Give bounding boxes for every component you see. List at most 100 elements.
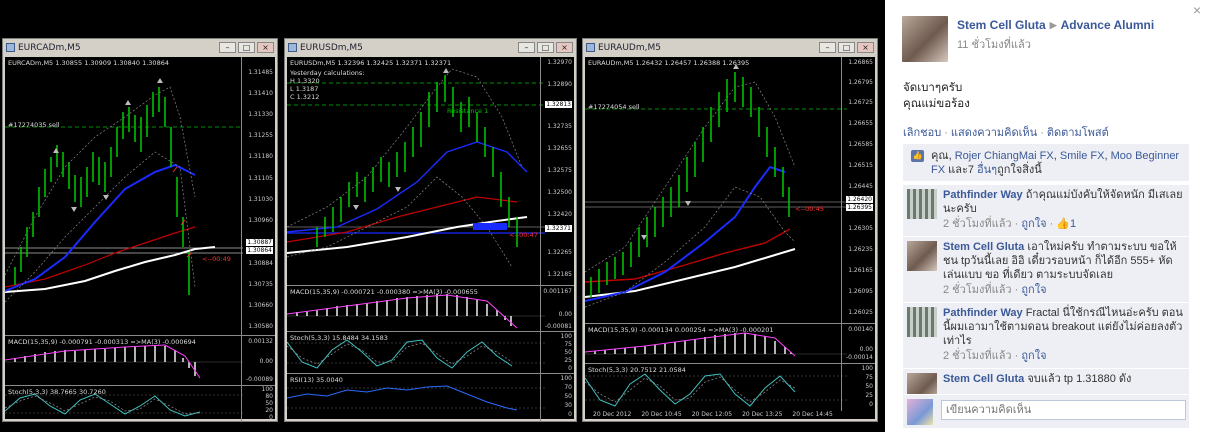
window-title: EURCADm,M5 bbox=[18, 42, 81, 53]
minimize-button[interactable]: – bbox=[518, 42, 535, 53]
price-tick: 1.30884 bbox=[248, 260, 273, 267]
stoch-tick: 100 bbox=[560, 333, 572, 340]
stoch-pane[interactable]: Stoch(5,3,3) 20.7512 21.0584 100 75 50 2… bbox=[585, 363, 875, 421]
close-icon[interactable]: × bbox=[1193, 2, 1201, 18]
chart-window-euraud[interactable]: EURAUDm,M5 – □ × EURAUDm,M5 1.26432 1.26… bbox=[582, 38, 878, 422]
fib-level-close: C 1.3212 bbox=[290, 93, 320, 101]
stoch-pane[interactable]: Stoch(5,3,3) 38.7665 30.7260 100 80 50 2… bbox=[5, 385, 275, 421]
chart-body: EURCADm,M5 1.30855 1.30909 1.30840 1.308… bbox=[5, 57, 275, 421]
maximize-button[interactable]: □ bbox=[537, 42, 554, 53]
price-tick: 1.32890 bbox=[547, 81, 572, 88]
price-axis: 1.31485 1.31410 1.31330 1.31255 1.31180 … bbox=[241, 57, 275, 335]
macd-tick: 0.00 bbox=[259, 358, 273, 365]
macd-label: MACD(15,35,9) -0.000791 -0.000313 =>MA(3… bbox=[8, 338, 196, 346]
price-pane[interactable]: EURUSDm,M5 1.32396 1.32425 1.32371 1.323… bbox=[287, 57, 574, 285]
chart-window-icon bbox=[6, 43, 15, 52]
price-axis: 1.26865 1.26795 1.26725 1.26655 1.26585 … bbox=[841, 57, 875, 323]
price-pane[interactable]: EURAUDm,M5 1.26432 1.26457 1.26388 1.263… bbox=[585, 57, 875, 323]
stoch-label: Stoch(5,3,3) 38.7665 30.7260 bbox=[8, 388, 106, 396]
author-name-link[interactable]: Stem Cell Gluta bbox=[957, 18, 1046, 32]
price-tick: 1.32500 bbox=[547, 189, 572, 196]
commenter-name-link[interactable]: Stem Cell Gluta bbox=[943, 241, 1024, 253]
comment-like-link[interactable]: ถูกใจ bbox=[1021, 218, 1046, 230]
price-tick: 1.31410 bbox=[248, 90, 273, 97]
post-body-line: จัดเบาๆครับ bbox=[903, 82, 963, 94]
close-button[interactable]: × bbox=[556, 42, 573, 53]
comment-input[interactable] bbox=[941, 400, 1186, 420]
window-titlebar[interactable]: EURAUDm,M5 – □ × bbox=[583, 39, 877, 56]
maximize-button[interactable]: □ bbox=[838, 42, 855, 53]
commenter-name-link[interactable]: Pathfinder Way bbox=[943, 189, 1023, 201]
macd-pane[interactable]: MACD(15,35,9) -0.000134 0.000254 =>MA(3)… bbox=[585, 323, 875, 363]
price-tick: 1.32735 bbox=[547, 123, 572, 130]
price-tick: 1.26865 bbox=[848, 59, 873, 66]
commenter-name-link[interactable]: Stem Cell Gluta bbox=[943, 373, 1024, 385]
maximize-button[interactable]: □ bbox=[238, 42, 255, 53]
liker-link[interactable]: Smile FX bbox=[1060, 150, 1105, 162]
comment-item: Stem Cell Gluta เอาใหม่ครับ ทำตามระบบ ขอ… bbox=[903, 236, 1189, 302]
rsi-tick: 50 bbox=[564, 393, 572, 400]
stoch-pane[interactable]: Stoch(5,3,3) 15.8484 34.1583 100 75 50 2… bbox=[287, 331, 574, 373]
chart-window-eurcad[interactable]: EURCADm,M5 – □ × EURCADm,M5 1.30855 1.30… bbox=[2, 38, 278, 422]
price-tick: 1.26515 bbox=[848, 162, 873, 169]
close-button[interactable]: × bbox=[857, 42, 874, 53]
stoch-tick: 0 bbox=[869, 401, 873, 408]
price-pane[interactable]: EURCADm,M5 1.30855 1.30909 1.30840 1.308… bbox=[5, 57, 275, 335]
price-highlight: 1.26395 bbox=[846, 204, 873, 211]
likes-prefix: คุณ, bbox=[931, 150, 955, 162]
comment-like-count[interactable]: 1 bbox=[1070, 218, 1076, 230]
unlike-link[interactable]: เลิกชอบ bbox=[903, 127, 941, 139]
price-tick: 1.26025 bbox=[848, 309, 873, 316]
macd-tick: 0.001167 bbox=[543, 288, 572, 295]
comment-text: จบแล้ว tp 1.31880 ดัง bbox=[1024, 373, 1132, 385]
price-tick: 1.31030 bbox=[248, 196, 273, 203]
stoch-label: Stoch(5,3,3) 15.8484 34.1583 bbox=[290, 334, 388, 342]
price-tick: 1.32265 bbox=[547, 249, 572, 256]
follow-post-link[interactable]: ติดตามโพสต์ bbox=[1047, 127, 1109, 139]
stoch-tick: 50 bbox=[865, 383, 873, 390]
other-likers-link[interactable]: อื่นๆ bbox=[977, 164, 997, 176]
price-tick: 1.32420 bbox=[547, 211, 572, 218]
group-name-link[interactable]: Advance Alumni bbox=[1061, 18, 1155, 32]
commenter-avatar[interactable] bbox=[907, 307, 937, 337]
commenter-name-link[interactable]: Pathfinder Way bbox=[943, 307, 1023, 319]
minimize-button[interactable]: – bbox=[219, 42, 236, 53]
window-titlebar[interactable]: EURCADm,M5 – □ × bbox=[3, 39, 277, 56]
post-body: จัดเบาๆครับ คุณแม่ขอร้อง bbox=[903, 80, 970, 112]
price-highlight: 1.32813 bbox=[545, 101, 572, 108]
stoch-axis: 100 75 50 25 0 bbox=[540, 332, 574, 373]
liker-link[interactable]: Rojer ChiangMai FX bbox=[955, 150, 1054, 162]
comment-like-link[interactable]: ถูกใจ bbox=[1021, 350, 1046, 362]
post-timestamp[interactable]: 11 ชั่วโมงที่แล้ว bbox=[957, 35, 1154, 53]
close-button[interactable]: × bbox=[257, 42, 274, 53]
commenter-avatar[interactable] bbox=[907, 189, 937, 219]
macd-pane[interactable]: MACD(15,35,9) -0.000721 -0.000380 =>MA(3… bbox=[287, 285, 574, 331]
comment-like-link[interactable]: ถูกใจ bbox=[1021, 284, 1046, 296]
bar-timer: <--00:45 bbox=[795, 205, 824, 213]
time-tick: 20 Dec 10:45 bbox=[641, 411, 682, 418]
order-label: #17274054 sell bbox=[588, 103, 640, 111]
price-tick: 1.30660 bbox=[248, 302, 273, 309]
comment-time[interactable]: 2 ชั่วโมงที่แล้ว bbox=[943, 284, 1012, 296]
window-titlebar[interactable]: EURUSDm,M5 – □ × bbox=[285, 39, 576, 56]
stoch-tick: 50 bbox=[564, 349, 572, 356]
price-highlight: 1.32371 bbox=[545, 225, 572, 232]
macd-tick: -0.00081 bbox=[545, 323, 572, 330]
comment-link[interactable]: แสดงความคิดเห็น bbox=[951, 127, 1037, 139]
price-tick: 1.26655 bbox=[848, 120, 873, 127]
facebook-post-panel: × Stem Cell Gluta ▶ Advance Alumni 11 ชั… bbox=[885, 0, 1209, 432]
author-avatar[interactable] bbox=[902, 16, 948, 62]
commenter-avatar[interactable] bbox=[907, 241, 937, 271]
macd-pane[interactable]: MACD(15,35,9) -0.000791 -0.000313 =>MA(3… bbox=[5, 335, 275, 385]
price-highlight: 1.30887 bbox=[246, 239, 273, 246]
post-header: Stem Cell Gluta ▶ Advance Alumni 11 ชั่ว… bbox=[902, 16, 1154, 62]
comment-time[interactable]: 2 ชั่วโมงที่แล้ว bbox=[943, 350, 1012, 362]
chart-body: EURUSDm,M5 1.32396 1.32425 1.32371 1.323… bbox=[287, 57, 574, 421]
price-tick: 1.31255 bbox=[248, 132, 273, 139]
rsi-pane[interactable]: RSI(13) 35.0040 100 70 50 30 0 bbox=[287, 373, 574, 421]
chart-window-eurusd[interactable]: EURUSDm,M5 – □ × EURUSDm,M5 1.32396 1.32… bbox=[284, 38, 577, 422]
stoch-tick: 50 bbox=[265, 400, 273, 407]
price-tick: 1.31105 bbox=[248, 175, 273, 182]
minimize-button[interactable]: – bbox=[819, 42, 836, 53]
comment-time[interactable]: 2 ชั่วโมงที่แล้ว bbox=[943, 218, 1012, 230]
